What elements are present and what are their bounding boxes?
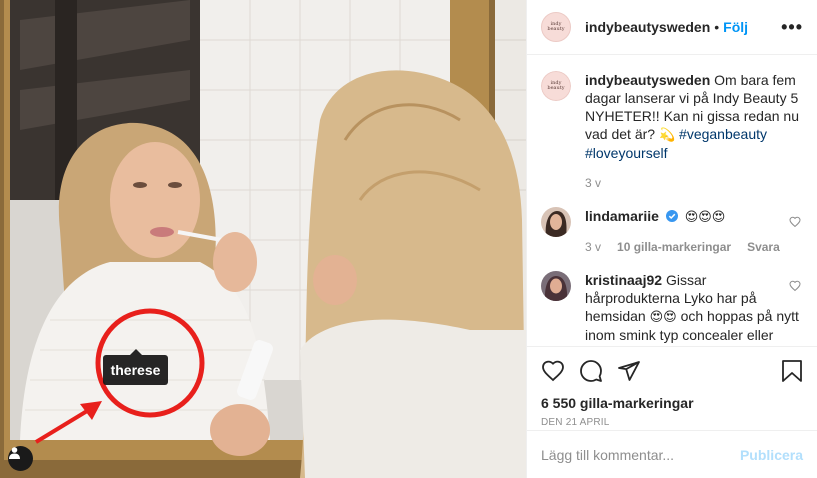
like-count[interactable]: 6 550 gilla-markeringar <box>541 395 803 411</box>
follow-button[interactable]: Följ <box>723 19 748 35</box>
add-comment-bar: Publicera <box>527 430 817 478</box>
caption-emoji: 💫 <box>658 127 676 142</box>
comment-button[interactable] <box>579 359 603 383</box>
caption-username[interactable]: indybeautysweden <box>585 72 710 88</box>
comment: kristinaaj92 Gissar hårprodukterna Lyko … <box>541 271 803 346</box>
account-avatar[interactable]: indy beauty <box>541 12 571 42</box>
verified-badge-icon <box>665 210 678 222</box>
caption-avatar-text: indy beauty <box>547 80 565 91</box>
comment-avatar-image <box>541 271 571 301</box>
caption-avatar-image: indy beauty <box>541 71 571 101</box>
header-separator: • <box>714 19 720 35</box>
user-tag-label[interactable]: therese <box>103 349 168 385</box>
comment-like-button[interactable] <box>789 215 801 231</box>
comment-bubble-icon <box>580 360 602 382</box>
post-date[interactable]: DEN 21 APRIL <box>541 417 803 428</box>
avatar-brand-text: indy beauty <box>547 21 565 32</box>
comment-avatar[interactable] <box>541 207 571 237</box>
heart-icon <box>789 280 801 292</box>
comments-list[interactable]: indy beauty indybeautysweden Om bara fem… <box>527 55 817 346</box>
heart-icon <box>542 360 564 382</box>
bookmark-icon <box>782 360 802 382</box>
caption: indy beauty indybeautysweden Om bara fem… <box>541 71 803 192</box>
paper-plane-icon <box>618 361 640 381</box>
person-icon <box>9 447 20 459</box>
comment-time[interactable]: 3 v <box>585 238 601 256</box>
comment-like-button[interactable] <box>789 279 801 295</box>
post-actions: 6 550 gilla-markeringar DEN 21 APRIL <box>527 346 817 430</box>
instagram-post: therese indy beauty indybeautysweden • F… <box>0 0 817 478</box>
share-button[interactable] <box>617 359 641 383</box>
comment-input[interactable] <box>541 446 740 463</box>
comment-emoji-1: 😍😍 <box>649 309 677 324</box>
comment: lindamariie 😍😍😍 3 v 10 gilla-markeringar… <box>541 207 803 256</box>
photo-illustration <box>0 0 526 478</box>
header-username[interactable]: indybeautysweden <box>585 19 710 35</box>
user-tags-button[interactable] <box>8 446 33 471</box>
caption-time[interactable]: 3 v <box>585 174 601 192</box>
like-button[interactable] <box>541 359 565 383</box>
hashtag-veganbeauty[interactable]: #veganbeauty <box>679 126 767 142</box>
save-button[interactable] <box>781 359 803 383</box>
comment-avatar[interactable] <box>541 271 571 301</box>
caption-avatar[interactable]: indy beauty <box>541 71 571 101</box>
more-options-button[interactable]: ••• <box>781 17 803 38</box>
post-header: indy beauty indybeautysweden • Följ ••• <box>527 0 817 55</box>
heart-icon <box>789 216 801 228</box>
comment-avatar-image <box>541 207 571 237</box>
comment-username[interactable]: lindamariie <box>585 208 659 224</box>
reply-button[interactable]: Svara <box>747 238 780 256</box>
post-side-panel: indy beauty indybeautysweden • Följ ••• … <box>526 0 817 478</box>
post-photo[interactable]: therese <box>0 0 526 478</box>
publish-button[interactable]: Publicera <box>740 447 803 463</box>
comment-likes[interactable]: 10 gilla-markeringar <box>617 238 731 256</box>
hashtag-loveyourself[interactable]: #loveyourself <box>585 145 668 161</box>
comment-username[interactable]: kristinaaj92 <box>585 272 662 288</box>
comment-text: 😍😍😍 <box>684 209 726 224</box>
